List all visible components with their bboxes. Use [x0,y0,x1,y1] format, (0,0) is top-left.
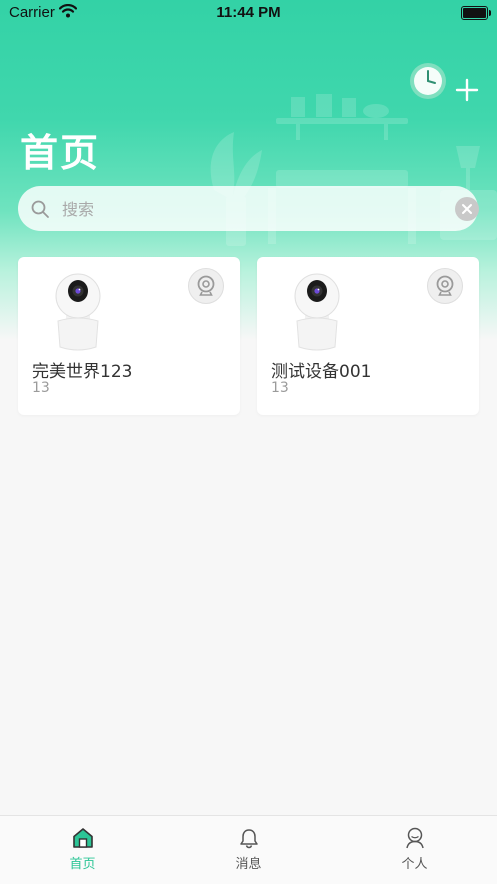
tab-label: 消息 [235,857,262,872]
search-bar [18,186,479,231]
webcam-icon [427,268,463,304]
tab-label: 首页 [69,857,96,872]
clock-icon [410,63,446,99]
search-icon [31,200,49,218]
device-card[interactable]: 完美世界123 13 [18,257,240,415]
camera-image [55,273,101,351]
status-time: 11:44 PM [216,4,281,21]
device-subtitle: 13 [32,380,50,396]
webcam-icon [188,268,224,304]
search-input[interactable] [60,192,444,227]
device-subtitle: 13 [271,380,289,396]
device-name: 测试设备001 [271,362,372,382]
page-title: 首页 [20,131,101,175]
clear-search-icon[interactable] [455,197,479,221]
home-icon [73,828,93,848]
bell-icon [240,829,258,849]
device-card[interactable]: 测试设备001 13 [257,257,479,415]
person-icon [406,827,424,849]
tab-profile[interactable]: 个人 [332,816,497,884]
battery-icon [461,6,491,20]
tab-home[interactable]: 首页 [0,816,165,884]
device-name: 完美世界123 [32,362,133,382]
camera-image [294,273,340,351]
add-device-button[interactable] [455,78,479,102]
status-bar: Carrier 11:44 PM [0,0,497,26]
tab-bar: 首页 消息 个人 [0,815,497,884]
tab-messages[interactable]: 消息 [166,816,331,884]
tab-label: 个人 [401,857,428,872]
